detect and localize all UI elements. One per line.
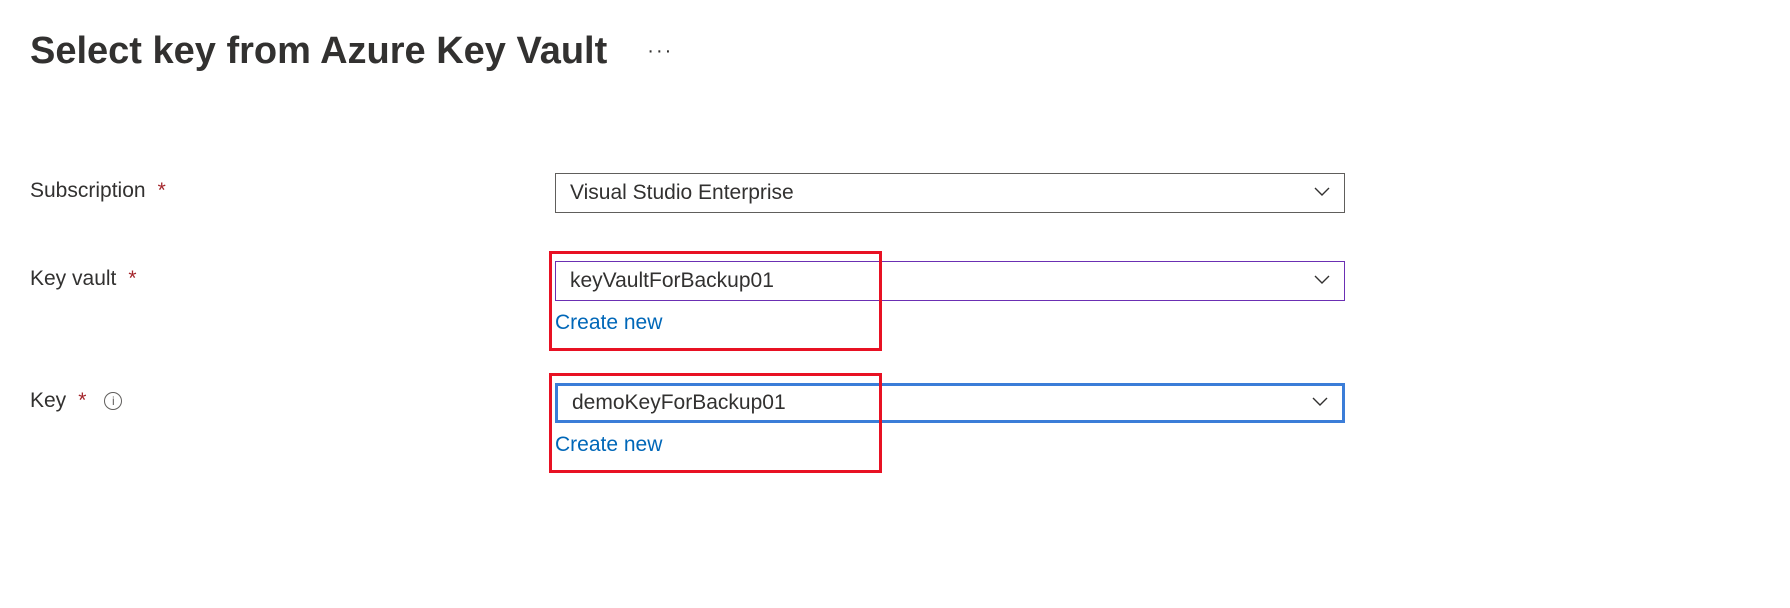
- required-indicator: *: [128, 267, 136, 291]
- key-control: demoKeyForBackup01 Create new: [555, 383, 1345, 457]
- keyvault-label: Key vault*: [30, 261, 555, 291]
- more-icon[interactable]: ···: [647, 40, 673, 63]
- info-icon[interactable]: i: [104, 392, 122, 410]
- chevron-down-icon: [1314, 272, 1330, 290]
- chevron-down-icon: [1314, 184, 1330, 202]
- keyvault-value: keyVaultForBackup01: [570, 269, 774, 293]
- subscription-label: Subscription*: [30, 173, 555, 203]
- keyvault-create-link[interactable]: Create new: [555, 311, 662, 335]
- subscription-control: Visual Studio Enterprise: [555, 173, 1345, 213]
- keyvault-control: keyVaultForBackup01 Create new: [555, 261, 1345, 335]
- subscription-field: Subscription* Visual Studio Enterprise: [30, 173, 1760, 213]
- keyvault-select[interactable]: keyVaultForBackup01: [555, 261, 1345, 301]
- keyvault-field: Key vault* keyVaultForBackup01 Create ne…: [30, 261, 1760, 335]
- key-field: Key* i demoKeyForBackup01 Create new: [30, 383, 1760, 457]
- chevron-down-icon: [1312, 394, 1328, 412]
- page-header: Select key from Azure Key Vault ···: [30, 30, 1760, 73]
- key-select[interactable]: demoKeyForBackup01: [555, 383, 1345, 423]
- required-indicator: *: [78, 389, 86, 413]
- subscription-value: Visual Studio Enterprise: [570, 181, 794, 205]
- key-label: Key* i: [30, 383, 555, 413]
- key-create-link[interactable]: Create new: [555, 433, 662, 457]
- required-indicator: *: [158, 179, 166, 203]
- subscription-select[interactable]: Visual Studio Enterprise: [555, 173, 1345, 213]
- key-value: demoKeyForBackup01: [572, 391, 786, 415]
- page-title: Select key from Azure Key Vault: [30, 30, 607, 73]
